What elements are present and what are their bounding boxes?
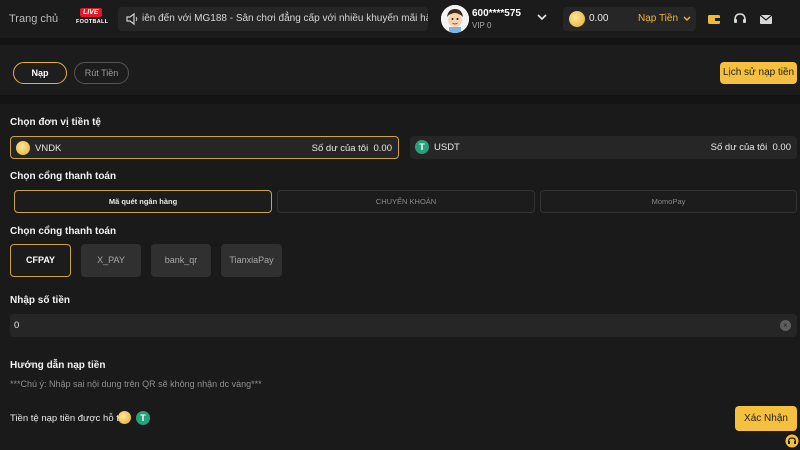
currency-balance-label: Số dư của tôi [311, 143, 369, 154]
clear-input-icon[interactable]: × [780, 320, 791, 331]
logo-football-text: FOOTBALL [76, 19, 109, 25]
currency-option-usdt[interactable]: T USDT Số dư của tôi 0.00 [410, 136, 797, 159]
usdt-icon: T [415, 140, 429, 154]
deposit-history-button[interactable]: Lịch sử nạp tiền [720, 62, 797, 84]
tab-withdraw[interactable]: Rút Tiền [74, 62, 129, 84]
gateway-option-transfer[interactable]: CHUYỂN KHOẢN [277, 190, 535, 213]
wallet-chevron-down-icon[interactable] [683, 16, 691, 22]
headset-support-icon[interactable] [733, 12, 747, 26]
channel-section-label: Chọn cổng thanh toán [10, 226, 117, 237]
gateway-option-bank-qr[interactable]: Mã quét ngân hàng [14, 190, 272, 213]
gateway-section-label: Chọn cổng thanh toán [10, 171, 117, 182]
deposit-warning-note: ***Chú ý: Nhập sai nội dung trên QR sẽ k… [10, 379, 262, 389]
avatar-face-icon [441, 5, 469, 33]
announcement-text: iên đến với MG188 - Sân chơi đẳng cấp vớ… [142, 13, 428, 24]
home-link[interactable]: Trang chủ [9, 13, 58, 25]
amount-value: 0 [14, 320, 20, 331]
supported-usdt-icon: T [136, 411, 150, 425]
currency-name: USDT [434, 142, 460, 153]
top-navbar: Trang chủ LIVE FOOTBALL iên đến với MG18… [0, 0, 800, 38]
currency-section-label: Chọn đơn vị tiền tệ [10, 117, 101, 128]
amount-section-label: Nhập số tiền [10, 295, 71, 306]
vip-level-label: VIP 0 [472, 21, 492, 30]
live-chat-icon[interactable] [785, 434, 799, 448]
supported-vndk-coin-icon [118, 411, 131, 424]
supported-currencies-label: Tiền tệ nạp tiền được hỗ trợ [10, 413, 129, 424]
wallet-balance-box[interactable]: 0.00 Nạp Tiền [563, 7, 696, 31]
channel-option-bank-qr[interactable]: bank_qr [151, 244, 211, 277]
user-avatar[interactable] [441, 5, 469, 33]
gateway-option-momopay[interactable]: MomoPay [540, 190, 797, 213]
confirm-button[interactable]: Xác Nhận [735, 406, 797, 431]
logo-live-text: LIVE [80, 8, 102, 17]
guide-section-label: Hướng dẫn nạp tiền [10, 360, 106, 371]
tab-deposit[interactable]: Nạp [13, 62, 67, 84]
currency-name: VNDK [35, 143, 62, 154]
currency-balance-label: Số dư của tôi [710, 142, 768, 153]
channel-option-xpay[interactable]: X_PAY [81, 244, 141, 277]
channel-option-tianxiapay[interactable]: TianxiaPay [221, 244, 282, 277]
vndk-coin-icon [16, 141, 30, 155]
currency-balance: Số dư của tôi 0.00 [312, 143, 392, 154]
live-football-logo[interactable]: LIVE FOOTBALL [76, 8, 112, 30]
account-chevron-down-icon[interactable] [537, 13, 547, 21]
wallet-balance: 0.00 [589, 13, 609, 24]
currency-balance-value: 0.00 [373, 143, 393, 154]
coin-icon [569, 11, 585, 27]
speaker-icon [126, 12, 138, 26]
deposit-shortcut-link[interactable]: Nạp Tiền [638, 13, 678, 24]
channel-option-cfpay[interactable]: CFPAY [10, 244, 71, 277]
username-label: 600****575 [472, 8, 521, 19]
mail-icon[interactable] [759, 12, 773, 26]
currency-option-vndk[interactable]: VNDK Số dư của tôi 0.00 [10, 136, 399, 159]
wallet-icon[interactable] [707, 12, 721, 26]
amount-input[interactable]: 0 × [10, 314, 797, 337]
currency-balance: Số dư của tôi 0.00 [711, 142, 791, 153]
announcement-marquee: iên đến với MG188 - Sân chơi đẳng cấp vớ… [118, 7, 428, 31]
currency-balance-value: 0.00 [772, 142, 792, 153]
